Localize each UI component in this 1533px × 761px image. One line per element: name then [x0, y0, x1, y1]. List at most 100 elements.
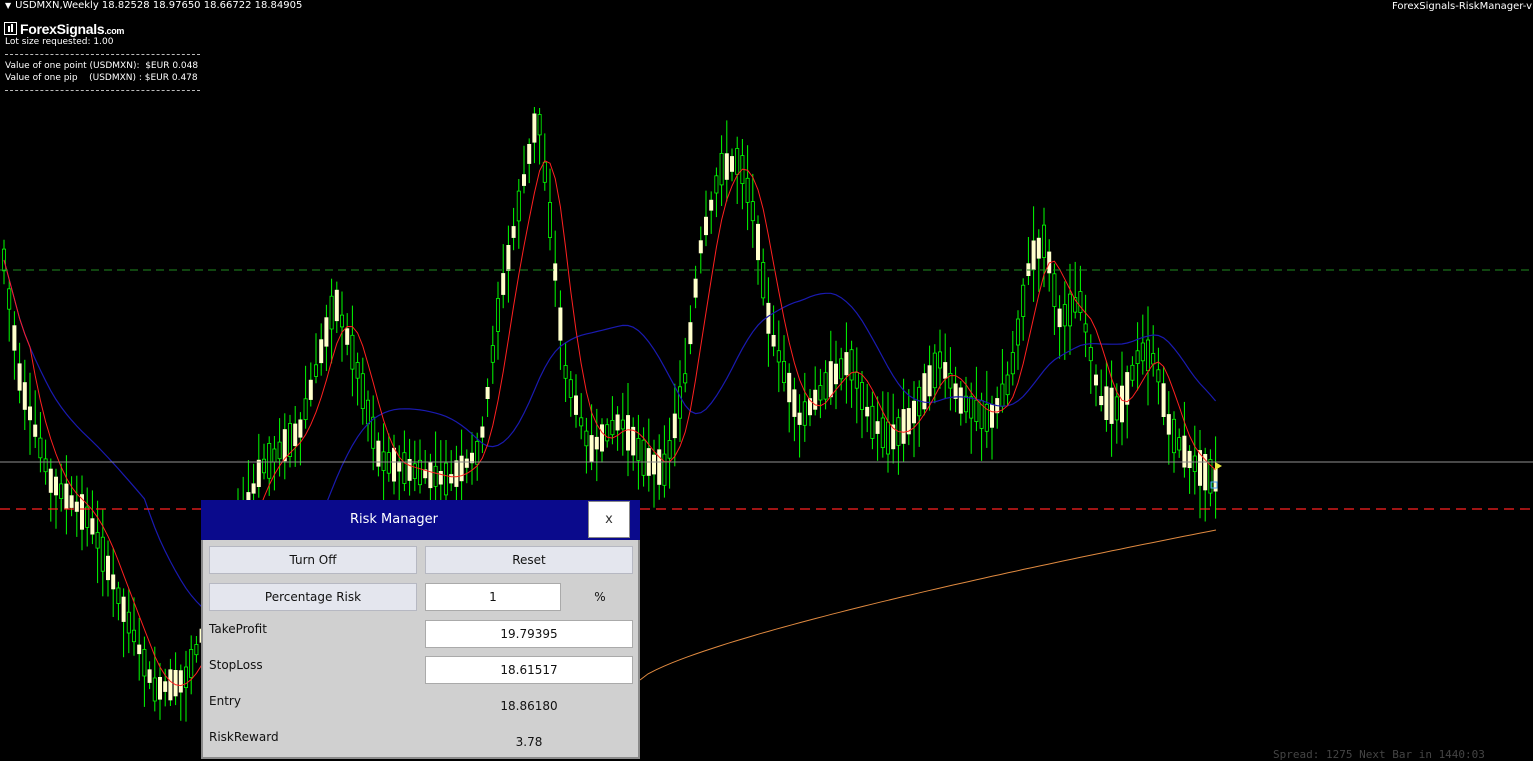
candle-body	[121, 596, 126, 622]
candle-body	[443, 462, 448, 496]
candle-body	[927, 365, 932, 397]
candle-body	[1146, 339, 1151, 372]
candle-body	[1192, 455, 1197, 473]
candle-body	[38, 437, 43, 459]
candle-body	[1094, 374, 1099, 386]
candle-body	[454, 460, 459, 487]
candle-body	[641, 439, 646, 476]
candle-body	[750, 201, 755, 222]
candle-body	[485, 386, 490, 399]
candle-body	[537, 114, 542, 136]
candle-body	[1109, 387, 1114, 424]
candle-body	[828, 361, 833, 398]
candle-body	[579, 417, 584, 427]
candle-body	[1016, 318, 1021, 346]
candle-body	[823, 372, 828, 400]
risk-manager-titlebar[interactable]: Risk Manager x	[201, 500, 640, 540]
candle-body	[147, 669, 152, 683]
candle-body	[844, 352, 849, 376]
take-profit-input[interactable]: 19.79395	[425, 620, 633, 648]
candle-body	[849, 349, 854, 381]
candle-body	[678, 386, 683, 419]
candle-body	[391, 447, 396, 482]
candle-body	[1057, 308, 1062, 328]
candle-body	[813, 389, 818, 410]
candle-body	[69, 495, 74, 508]
candle-body	[802, 401, 807, 426]
price-marker-icon	[1215, 462, 1222, 470]
candle-body	[64, 483, 69, 510]
candle-body	[818, 385, 823, 401]
candle-body	[95, 532, 100, 549]
candle-body	[1114, 396, 1119, 421]
candle-body	[938, 351, 943, 369]
candle-body	[116, 587, 121, 604]
candle-body	[428, 461, 433, 489]
candle-body	[870, 405, 875, 439]
indicator-name: ForexSignals-RiskManager-v1.1	[1392, 1, 1533, 12]
candle-body	[397, 461, 402, 472]
candle-body	[698, 240, 703, 254]
candle-body	[563, 365, 568, 379]
candle-body	[1125, 372, 1130, 405]
entry-value: 18.86180	[500, 699, 558, 713]
candle-body	[568, 379, 573, 398]
candle-body	[22, 382, 27, 410]
candle-body	[1042, 224, 1047, 258]
candle-body	[402, 452, 407, 484]
candle-body	[272, 448, 277, 463]
candle-body	[886, 421, 891, 455]
candle-body	[345, 328, 350, 345]
candle-body	[626, 415, 631, 451]
candle-body	[506, 244, 511, 271]
candle-body	[589, 435, 594, 462]
candle-body	[1031, 240, 1036, 270]
candle-body	[1151, 353, 1156, 365]
candle-body	[142, 649, 147, 677]
candle-body	[688, 322, 693, 345]
turn-off-button[interactable]: Turn Off	[209, 546, 417, 574]
percentage-risk-button[interactable]: Percentage Risk	[209, 583, 417, 611]
risk-percent-input[interactable]: 1	[425, 583, 561, 611]
risk-reward-label: RiskReward	[209, 730, 279, 744]
candle-body	[1166, 414, 1171, 435]
candle-body	[714, 175, 719, 194]
candle-body	[475, 440, 480, 465]
candle-body	[958, 387, 963, 414]
point-value-info: Value of one point (USDMXN): $EUR 0.048	[5, 61, 199, 71]
risk-reward-value: 3.78	[515, 735, 543, 749]
pip-value-info: Value of one pip (USDMXN) : $EUR 0.478	[5, 73, 198, 83]
candle-body	[974, 399, 979, 423]
candle-body	[1099, 395, 1104, 406]
candle-body	[459, 455, 464, 482]
candle-body	[43, 458, 48, 473]
candle-body	[131, 629, 136, 643]
stop-loss-input[interactable]: 18.61517	[425, 656, 633, 684]
candle-body	[1177, 437, 1182, 451]
candle-body	[308, 379, 313, 400]
risk-unit-label: %	[594, 590, 606, 604]
candle-body	[532, 113, 537, 143]
candle-body	[724, 153, 729, 180]
candle-body	[495, 298, 500, 332]
candle-body	[33, 424, 38, 437]
candle-body	[761, 262, 766, 299]
candle-body	[839, 358, 844, 380]
candle-body	[1068, 293, 1073, 327]
candle-body	[776, 350, 781, 363]
candle-body	[875, 421, 880, 434]
candle-body	[365, 399, 370, 425]
spread-status: Spread: 1275 Next Bar in 1440:03	[1273, 748, 1485, 761]
candle-body	[324, 317, 329, 347]
candle-body	[412, 463, 417, 479]
candle-body	[256, 459, 261, 488]
reset-button[interactable]: Reset	[425, 546, 633, 574]
candle-body	[1021, 284, 1026, 317]
candle-body	[417, 459, 422, 486]
candle-body	[168, 669, 173, 701]
candle-body	[17, 363, 22, 391]
candle-body	[932, 352, 937, 389]
close-button[interactable]: x	[588, 501, 630, 538]
info-divider-top	[5, 54, 200, 55]
candle-body	[922, 373, 927, 410]
